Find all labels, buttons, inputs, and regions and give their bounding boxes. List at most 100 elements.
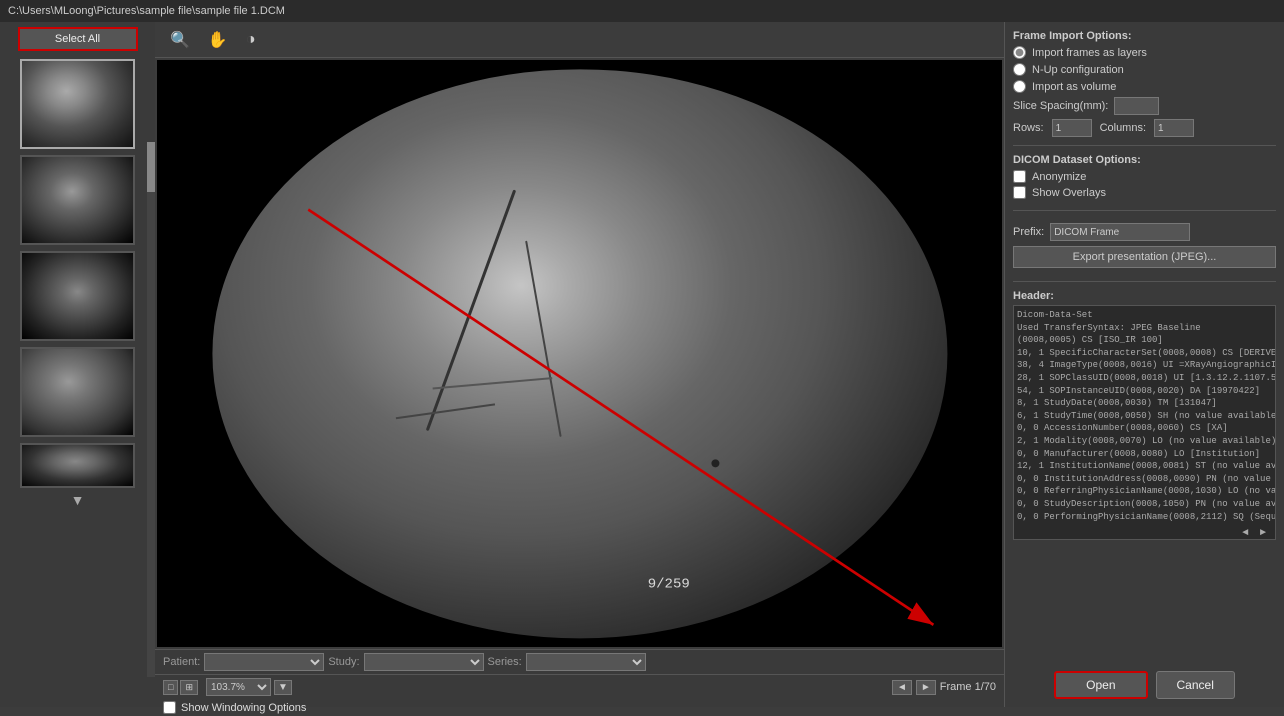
single-view-button[interactable]: □ [163,680,178,695]
toolbar: 🔍 ✋ ◑ [155,22,1004,58]
slice-spacing-input[interactable] [1114,97,1159,115]
header-line: Dicom-Data-Set [1017,309,1272,322]
zoom-tool-button[interactable]: 🔍 [165,27,195,53]
columns-label: Columns: [1100,122,1146,134]
select-all-button[interactable]: Select All [18,27,138,51]
divider [1013,145,1276,146]
frame-import-section: Frame Import Options: Import frames as l… [1013,30,1276,137]
header-line: 28, 1 SOPClassUID(0008,0018) UI [1.3.12.… [1017,372,1272,385]
header-line: 0, 0 PerformingPhysicianName(0008,2112) … [1017,511,1272,524]
zoom-control: 103.7% ▼ [206,678,292,696]
radio-import-layers-label: Import frames as layers [1032,47,1147,59]
zoom-expand-button[interactable]: ▼ [274,680,292,695]
radio-import-volume-input[interactable] [1013,80,1026,93]
artifact-dot [712,459,720,467]
viewer-bottom: Patient: Study: Series: □ ⊞ 103.7% ▼ [155,649,1004,707]
series-label: Series: [488,656,522,668]
windowing-checkbox[interactable] [163,701,176,714]
header-line: 38, 4 ImageType(0008,0016) UI =XRayAngio… [1017,359,1272,372]
header-line: 0, 0 ReferringPhysicianName(0008,1030) L… [1017,485,1272,498]
radio-import-layers-input[interactable] [1013,46,1026,59]
scroll-down-arrow[interactable]: ▼ [71,492,85,508]
header-section: Header: Dicom-Data-Set Used TransferSynt… [1013,290,1276,661]
header-line: 2, 1 Modality(0008,0070) LO (no value av… [1017,435,1272,448]
series-dropdown[interactable] [526,653,646,671]
scroll-left-arrow[interactable]: ◄ [1240,527,1250,538]
header-line: Used TransferSyntax: JPEG Baseline [1017,322,1272,335]
columns-input[interactable] [1154,119,1194,137]
right-panel: Frame Import Options: Import frames as l… [1004,22,1284,707]
patient-label: Patient: [163,656,200,668]
prefix-input[interactable] [1050,223,1190,241]
header-line: 0, 0 Manufacturer(0008,0080) LO [Institu… [1017,448,1272,461]
controls-bar: □ ⊞ 103.7% ▼ ◄ ► Frame 1/70 [155,675,1004,699]
thumbnail-item[interactable] [20,251,135,341]
thumbnail-panel: Select All [0,22,155,707]
radio-import-layers: Import frames as layers [1013,46,1276,59]
rows-input[interactable] [1052,119,1092,137]
study-dropdown[interactable] [364,653,484,671]
thumbnail-item[interactable] [20,155,135,245]
thumbnail-item[interactable] [20,59,135,149]
thumbnail-scroll [0,59,155,488]
radio-nup-config-label: N-Up configuration [1032,64,1124,76]
study-label: Study: [328,656,359,668]
dicom-dataset-section: DICOM Dataset Options: Anonymize Show Ov… [1013,154,1276,202]
radio-import-volume-label: Import as volume [1032,81,1116,93]
multi-view-button[interactable]: ⊞ [180,680,198,695]
scroll-right-arrow[interactable]: ► [1258,527,1268,538]
anonymize-label: Anonymize [1032,171,1086,183]
thumbnail-item[interactable] [20,443,135,488]
device-line [433,377,553,389]
radio-nup-config-input[interactable] [1013,63,1026,76]
header-label: Header: [1013,290,1276,302]
divider [1013,281,1276,282]
xray-circle: 9/259 [212,69,947,638]
patient-bar: Patient: Study: Series: [155,650,1004,675]
header-line: 0, 0 StudyDescription(0008,1050) PN (no … [1017,498,1272,511]
zoom-select[interactable]: 103.7% [206,678,271,696]
header-scroll-container: Dicom-Data-Set Used TransferSyntax: JPEG… [1013,305,1276,540]
radio-import-volume: Import as volume [1013,80,1276,93]
thumbnail-item[interactable] [20,347,135,437]
open-button[interactable]: Open [1054,671,1147,699]
frame-next-button[interactable]: ► [916,680,936,695]
viewer-area: 🔍 ✋ ◑ 9/259 [155,22,1004,707]
prefix-row: Prefix: [1013,223,1276,241]
show-overlays-checkbox[interactable] [1013,186,1026,199]
rows-label: Rows: [1013,122,1044,134]
thumb-scroll-track[interactable] [147,142,155,677]
header-line: 0, 0 AccessionNumber(0008,0060) CS [XA] [1017,422,1272,435]
vessel-detail [426,190,516,432]
frame-counter: Frame 1/70 [940,681,996,693]
pan-tool-button[interactable]: ✋ [203,27,233,53]
contrast-tool-button[interactable]: ◑ [241,28,261,52]
patient-dropdown[interactable] [204,653,324,671]
show-overlays-label: Show Overlays [1032,187,1106,199]
header-line: (0008,0005) CS [ISO_IR 100] [1017,334,1272,347]
slice-spacing-row: Slice Spacing(mm): [1013,97,1276,115]
thumb-scroll-thumb[interactable] [147,142,155,192]
bottom-buttons: Open Cancel [1013,667,1276,699]
rows-cols-row: Rows: Columns: [1013,119,1276,137]
prefix-label: Prefix: [1013,226,1044,238]
dataset-options-title: DICOM Dataset Options: [1013,154,1276,166]
header-line: 6, 1 StudyTime(0008,0050) SH (no value a… [1017,410,1272,423]
frame-prev-button[interactable]: ◄ [892,680,912,695]
header-line: 8, 1 StudyDate(0008,0030) TM [131047] [1017,397,1272,410]
title-bar: C:\Users\MLoong\Pictures\sample file\sam… [0,0,1284,22]
windowing-row: Show Windowing Options [155,699,1004,716]
header-line: 12, 1 InstitutionName(0008,0081) ST (no … [1017,460,1272,473]
title-path: C:\Users\MLoong\Pictures\sample file\sam… [8,5,285,17]
cancel-button[interactable]: Cancel [1156,671,1235,699]
slice-spacing-label: Slice Spacing(mm): [1013,100,1108,112]
frame-controls: ◄ ► Frame 1/70 [892,680,996,695]
radio-nup-config: N-Up configuration [1013,63,1276,76]
header-line: 54, 1 SOPInstanceUID(0008,0020) DA [1997… [1017,385,1272,398]
export-jpeg-button[interactable]: Export presentation (JPEG)... [1013,246,1276,268]
anonymize-option: Anonymize [1013,170,1276,183]
anonymize-checkbox[interactable] [1013,170,1026,183]
frame-overlay: 9/259 [648,577,690,593]
header-content: Dicom-Data-Set Used TransferSyntax: JPEG… [1017,309,1272,523]
header-scroll[interactable]: Dicom-Data-Set Used TransferSyntax: JPEG… [1013,305,1276,540]
